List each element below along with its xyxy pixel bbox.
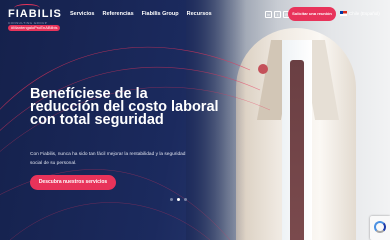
- carousel-dot[interactable]: [184, 198, 187, 201]
- carousel-dot-active[interactable]: [177, 198, 180, 201]
- logo-arc-icon: [14, 4, 40, 12]
- nav-item-fiabilis-group[interactable]: Fiabilis Group: [142, 11, 179, 17]
- nav-item-referencias[interactable]: Referencias: [102, 11, 133, 17]
- linkedin-icon[interactable]: in: [265, 11, 272, 18]
- hero-banner: FIABILIS CONSULTING GROUP Servicios Refe…: [0, 0, 390, 240]
- nav-item-servicios[interactable]: Servicios: [70, 11, 94, 17]
- recaptcha-icon: [374, 221, 386, 233]
- twitter-icon[interactable]: t: [274, 11, 281, 18]
- hero-description: Con Fiabilis, nunca ha sido tan fácil me…: [30, 152, 186, 166]
- request-meeting-button[interactable]: Solicitar una reunión: [288, 7, 336, 21]
- language-selector[interactable]: Chile (Español): [340, 11, 380, 16]
- carousel-dot[interactable]: [170, 198, 173, 201]
- language-label: Chile (Español): [349, 11, 380, 16]
- hashtag-badge: #MantengaloProEnABilbis: [8, 25, 61, 31]
- social-links: in t ◎: [265, 11, 290, 18]
- recaptcha-badge[interactable]: [370, 216, 390, 240]
- carousel-dots: [170, 198, 187, 201]
- chile-flag-icon: [340, 11, 347, 16]
- brand-logo[interactable]: FIABILIS CONSULTING GROUP: [8, 4, 62, 25]
- discover-services-button[interactable]: Descubra nuestros servicios: [30, 175, 116, 190]
- hero-headline: Benefíciese de la reducción del costo la…: [30, 86, 219, 128]
- nav-item-recursos[interactable]: Recursos: [187, 11, 212, 17]
- main-nav: Servicios Referencias Fiabilis Group Rec…: [70, 11, 212, 17]
